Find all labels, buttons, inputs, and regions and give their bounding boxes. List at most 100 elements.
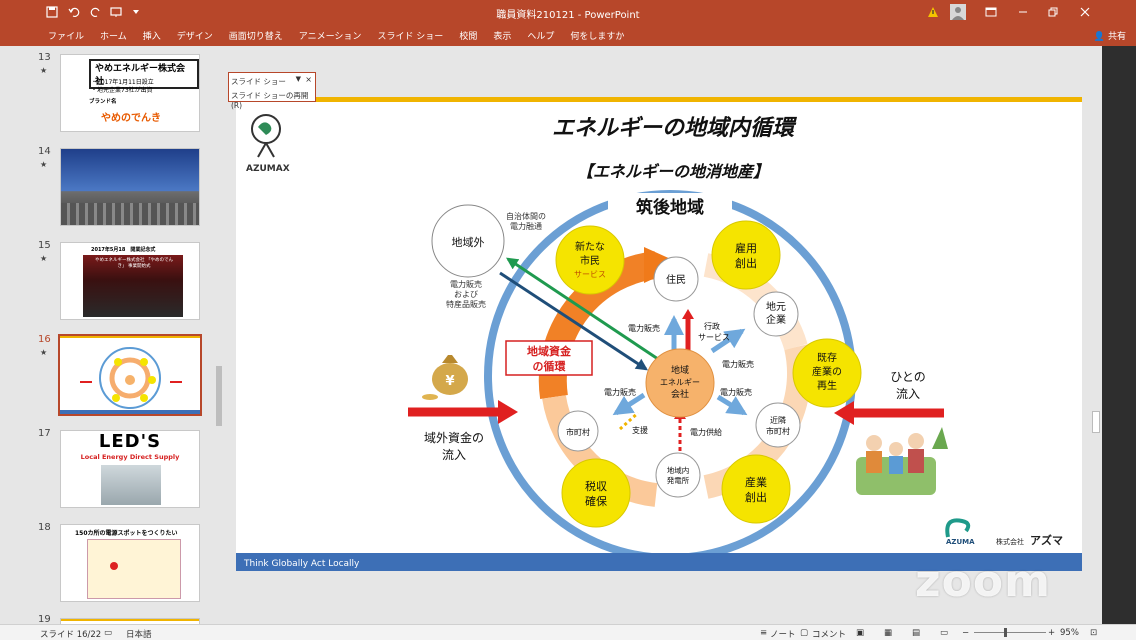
- slideshow-resume-toolbar[interactable]: スライド ショー ▼ × スライド ショーの再開(R): [228, 72, 316, 110]
- notes-icon[interactable]: ≡: [760, 628, 767, 638]
- blue-arrow: [716, 394, 748, 416]
- azuma-company-logo: AZUMA 株式会社 アズマ: [945, 518, 1063, 547]
- thumb-title: 150カ所の電源スポットをつくりたい: [75, 530, 178, 537]
- ribbon-tab-7[interactable]: 校閲: [451, 29, 485, 42]
- outside-fund-arrowhead: [498, 400, 518, 424]
- benefit-tax: [561, 458, 631, 528]
- outside-fund-label: 域外資金の: [424, 430, 484, 445]
- ribbon-tabs: ファイル ホーム 挿入 デザイン 画面切り替え アニメーション スライド ショー 校閲 表示 ヘル…: [0, 24, 1136, 46]
- spellcheck-icon[interactable]: ▭: [104, 628, 112, 638]
- comments-icon[interactable]: ▢: [800, 628, 808, 638]
- slide-scrollbar[interactable]: [1090, 46, 1102, 624]
- zoom-out-icon[interactable]: −: [962, 628, 969, 638]
- thumb-number: 18: [38, 522, 51, 533]
- resume-slideshow-button[interactable]: スライド ショーの再開(R): [231, 90, 315, 110]
- toolbar-close-icon[interactable]: ×: [305, 75, 312, 84]
- flow-label: 行政: [704, 321, 720, 331]
- notes-button[interactable]: ノート: [770, 628, 796, 640]
- energy-company-label: エネルギー: [660, 378, 700, 387]
- thumbnail-slide-13[interactable]: やめエネルギー株式会社 ・2017年1月11日設立 ・地元企業73社が出資 ブラ…: [60, 54, 200, 132]
- benefit-industry: [721, 454, 791, 524]
- account-avatar-icon[interactable]: [943, 0, 973, 24]
- flow-label: 電力販売: [720, 387, 752, 397]
- normal-view-icon[interactable]: ▣: [856, 628, 864, 638]
- benefit-label: 既存: [817, 351, 837, 364]
- outside-note: 特産品販売: [446, 299, 486, 309]
- slide-thumbnail-pane[interactable]: 13 ★ やめエネルギー株式会社 ・2017年1月11日設立 ・地元企業73社が…: [0, 46, 212, 624]
- ribbon-tab-1[interactable]: ホーム: [92, 29, 135, 42]
- toolbar-dropdown-icon[interactable]: ▼: [296, 75, 301, 83]
- benefit-label: 創出: [745, 490, 767, 504]
- thumb-product-image: [101, 465, 161, 505]
- red-arrowhead: [682, 309, 694, 319]
- zoom-level[interactable]: 95%: [1060, 628, 1079, 638]
- thumbnail-scroll-thumb[interactable]: [216, 366, 222, 426]
- current-slide[interactable]: AZUMAX エネルギーの地域内循環 【エネルギーの地消地産】 筑後地域 地域外…: [236, 97, 1082, 571]
- neighbor-city-node: [755, 402, 801, 448]
- ribbon-tab-8[interactable]: 表示: [485, 29, 519, 42]
- thumbnail-slide-18[interactable]: 150カ所の電源スポットをつくりたい: [60, 524, 200, 602]
- outside-note: および: [454, 290, 478, 299]
- ribbon-tab-6[interactable]: スライド ショー: [369, 29, 451, 42]
- local-corp-label: 企業: [766, 313, 786, 326]
- thumbnail-slide-15[interactable]: 2017年5月18 開業記念式 やめエネルギー株式会社 「やめのでんき」 事業開…: [60, 242, 200, 320]
- ribbon-tab-3[interactable]: デザイン: [169, 29, 221, 42]
- zoom-watermark: zoom: [915, 556, 1051, 607]
- slide-scroll-thumb[interactable]: [1092, 411, 1100, 433]
- local-plant-node: [655, 452, 701, 498]
- zoom-slider[interactable]: [974, 632, 1046, 633]
- thumb-line: ・地元企業73社が出資: [91, 87, 153, 94]
- energy-company-label: 地域: [671, 364, 689, 376]
- thumbnail-slide-17[interactable]: LED'S Local Energy Direct Supply: [60, 430, 200, 508]
- zoom-in-icon[interactable]: +: [1048, 628, 1055, 638]
- slide-sorter-icon[interactable]: ▦: [884, 628, 892, 638]
- flow-label: 電力供給: [690, 427, 722, 437]
- restore-icon[interactable]: [1038, 0, 1068, 24]
- people-inflow-label: ひとの: [890, 370, 926, 384]
- benefit-label: 確保: [585, 494, 607, 508]
- person-icon: 👤: [1093, 32, 1106, 42]
- ribbon-tab-4[interactable]: 画面切り替え: [221, 29, 291, 42]
- fit-slide-icon[interactable]: ⊡: [1090, 628, 1097, 638]
- slide-top-bar: [236, 97, 1082, 102]
- outside-fund-label: 流入: [442, 448, 466, 462]
- family-illustration: [856, 427, 948, 495]
- ribbon-tab-0[interactable]: ファイル: [40, 29, 92, 42]
- ribbon-tab-10[interactable]: 何をしますか: [562, 29, 632, 42]
- company-logo-text: 株式会社: [996, 537, 1024, 546]
- thumb-map-image: [87, 539, 181, 599]
- fund-cycle-label: の循環: [533, 359, 567, 373]
- animation-star-icon: ★: [40, 160, 48, 169]
- benefit-label: 産業の: [812, 365, 842, 378]
- slide-footer-text: Think Globally Act Locally: [243, 559, 360, 569]
- ribbon-tab-2[interactable]: 挿入: [135, 29, 169, 42]
- comments-button[interactable]: コメント: [812, 628, 846, 640]
- zoom-slider-thumb[interactable]: [1004, 628, 1007, 637]
- thumbnail-slide-16[interactable]: [58, 334, 202, 416]
- benefit-label: 再生: [817, 379, 837, 392]
- ribbon-display-options-icon[interactable]: [976, 0, 1006, 24]
- language-indicator[interactable]: 日本語: [126, 628, 152, 640]
- slideshow-toolbar-title: スライド ショー: [231, 77, 286, 86]
- local-corp-node: [753, 291, 799, 337]
- outside-note: 電力販売: [450, 279, 482, 289]
- flow-label: 電力販売: [604, 387, 636, 397]
- slide-subtitle: 【エネルギーの地消地産】: [577, 162, 769, 181]
- thumbnail-scrollbar[interactable]: [214, 46, 224, 624]
- energy-company-label: 会社: [671, 388, 689, 400]
- share-button[interactable]: 👤 共有: [1094, 29, 1126, 42]
- reading-view-icon[interactable]: ▤: [912, 628, 920, 638]
- money-bag-icon: ¥: [422, 355, 468, 400]
- minimize-icon[interactable]: [1008, 0, 1038, 24]
- residents-label: 住民: [666, 273, 686, 286]
- fund-cycle-label: 地域資金: [527, 344, 572, 358]
- ribbon-tab-5[interactable]: アニメーション: [291, 29, 370, 42]
- slideshow-view-icon[interactable]: ▭: [940, 628, 948, 638]
- thumb-brand: やめのでんき: [101, 113, 161, 124]
- thumb-event-photo: やめエネルギー株式会社 「やめのでんき」 事業開始式: [83, 255, 183, 317]
- ribbon-tab-9[interactable]: ヘルプ: [519, 29, 562, 42]
- close-icon[interactable]: [1070, 0, 1100, 24]
- people-inflow-label: 流入: [896, 387, 920, 401]
- thumb-number: 14: [38, 146, 51, 157]
- thumbnail-slide-14[interactable]: [60, 148, 200, 226]
